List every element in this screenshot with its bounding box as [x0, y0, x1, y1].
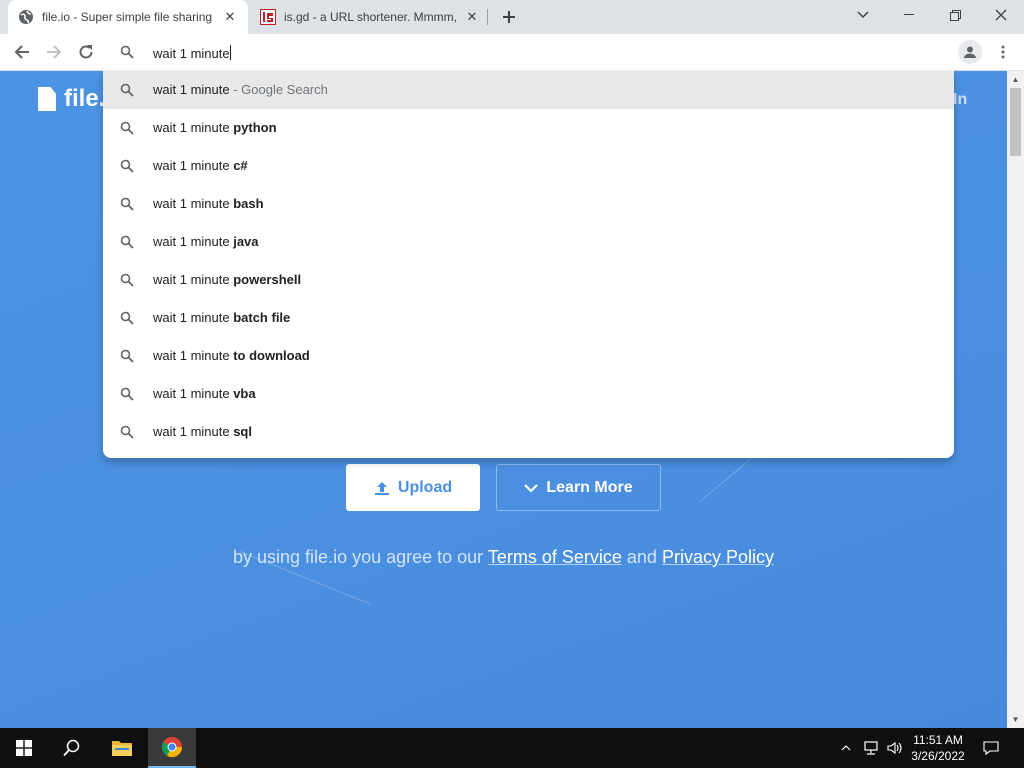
notifications-button[interactable] — [976, 728, 1006, 768]
address-input[interactable]: wait 1 minute — [153, 45, 231, 61]
tab-close-icon[interactable]: ✕ — [464, 9, 480, 25]
suggestion-item[interactable]: wait 1 minute bash — [103, 185, 954, 223]
scroll-thumb[interactable] — [1010, 88, 1021, 156]
search-icon — [120, 197, 134, 216]
search-icon — [120, 159, 134, 178]
new-tab-button[interactable] — [497, 5, 521, 29]
suggestion-item[interactable]: wait 1 minute python — [103, 109, 954, 147]
privacy-policy-link[interactable]: Privacy Policy — [662, 547, 774, 567]
search-icon — [63, 739, 80, 757]
chevron-down-icon — [524, 483, 539, 493]
tab-strip: file.io - Super simple file sharing ✕ is… — [0, 0, 1024, 34]
tab-isgd[interactable]: is.gd - a URL shortener. Mmmm, ✕ — [250, 0, 490, 34]
minimize-button[interactable] — [886, 0, 932, 30]
vertical-scrollbar[interactable]: ▲ ▼ — [1007, 71, 1024, 728]
suggestion-item[interactable]: wait 1 minute batch file — [103, 299, 954, 337]
isgd-icon — [260, 9, 276, 25]
globe-icon — [18, 9, 34, 25]
upload-icon — [374, 480, 390, 496]
suggestion-item[interactable]: wait 1 minute vba — [103, 375, 954, 413]
terms-notice: by using file.io you agree to our Terms … — [233, 547, 774, 567]
windows-logo-icon — [16, 740, 32, 756]
forward-button[interactable] — [40, 38, 68, 66]
reload-button[interactable] — [72, 38, 100, 66]
tab-fileio[interactable]: file.io - Super simple file sharing ✕ — [8, 0, 248, 34]
search-icon — [120, 83, 134, 102]
suggestion-google-search[interactable]: wait 1 minute - Google Search — [103, 71, 954, 109]
scroll-down-icon[interactable]: ▼ — [1007, 711, 1024, 728]
tab-title: file.io - Super simple file sharing — [42, 10, 213, 24]
tab-title: is.gd - a URL shortener. Mmmm, — [284, 10, 457, 24]
suggestion-item[interactable]: wait 1 minute sql — [103, 413, 954, 451]
terms-of-service-link[interactable]: Terms of Service — [488, 547, 622, 567]
search-icon — [120, 121, 134, 140]
learn-more-button[interactable]: Learn More — [496, 464, 661, 511]
upload-button[interactable]: Upload — [346, 464, 480, 511]
start-button[interactable] — [0, 728, 48, 768]
omnibox-suggestions: wait 1 minute - Google Search wait 1 min… — [103, 71, 954, 458]
close-window-button[interactable] — [978, 0, 1024, 30]
clock-time: 11:51 AM — [913, 733, 963, 747]
suggestion-item[interactable]: wait 1 minute c# — [103, 147, 954, 185]
chrome-taskbar-button[interactable] — [148, 728, 196, 768]
profile-button[interactable] — [958, 40, 982, 64]
tab-close-icon[interactable]: ✕ — [222, 9, 238, 25]
scroll-up-icon[interactable]: ▲ — [1007, 71, 1024, 88]
clock-date: 3/26/2022 — [911, 749, 965, 763]
tab-divider — [487, 9, 488, 25]
login-link[interactable]: In — [953, 91, 967, 109]
search-icon — [120, 311, 134, 330]
show-hidden-icons-button[interactable] — [836, 728, 856, 768]
network-button[interactable] — [860, 728, 882, 768]
windows-taskbar: 11:51 AM 3/26/2022 — [0, 728, 1024, 768]
chrome-icon — [161, 737, 183, 758]
address-bar[interactable]: wait 1 minute — [103, 34, 954, 71]
file-icon — [38, 87, 56, 111]
suggestion-item[interactable]: wait 1 minute java — [103, 223, 954, 261]
search-icon — [120, 387, 134, 406]
menu-kebab-icon[interactable] — [995, 42, 1011, 62]
back-button[interactable] — [8, 38, 36, 66]
file-explorer-button[interactable] — [98, 728, 146, 768]
network-icon — [864, 741, 878, 755]
search-icon — [120, 273, 134, 292]
upload-label: Upload — [397, 478, 453, 496]
speaker-icon — [887, 741, 902, 755]
restore-button[interactable] — [932, 0, 978, 30]
tab-search-button[interactable] — [840, 0, 886, 30]
logo-text: file. — [64, 85, 106, 112]
search-icon — [120, 425, 134, 444]
search-icon — [120, 349, 134, 368]
site-logo[interactable]: file. — [38, 85, 105, 113]
system-clock[interactable]: 11:51 AM 3/26/2022 — [903, 732, 973, 764]
learn-more-label: Learn More — [546, 478, 633, 496]
suggestion-item[interactable]: wait 1 minute to download — [103, 337, 954, 375]
folder-icon — [112, 741, 132, 756]
suggestion-item[interactable]: wait 1 minute powershell — [103, 261, 954, 299]
search-taskbar-button[interactable] — [48, 728, 96, 768]
search-icon — [120, 45, 134, 64]
chevron-up-icon — [841, 745, 851, 751]
search-icon — [120, 235, 134, 254]
notification-icon — [983, 741, 999, 755]
